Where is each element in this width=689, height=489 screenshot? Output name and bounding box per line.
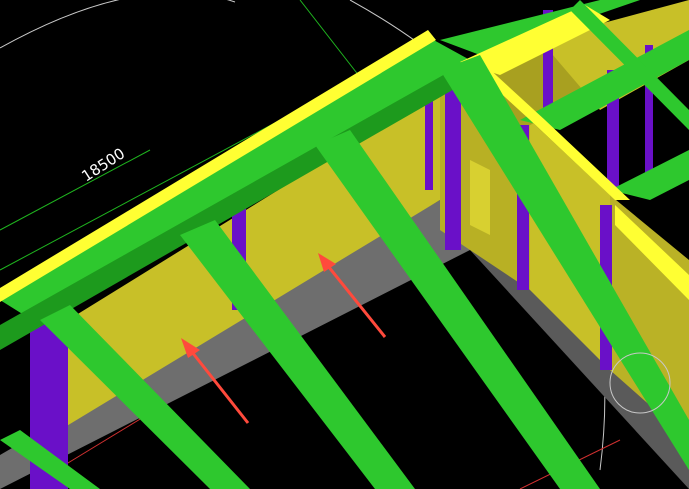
- 3d-model-viewport[interactable]: 18500: [0, 0, 689, 489]
